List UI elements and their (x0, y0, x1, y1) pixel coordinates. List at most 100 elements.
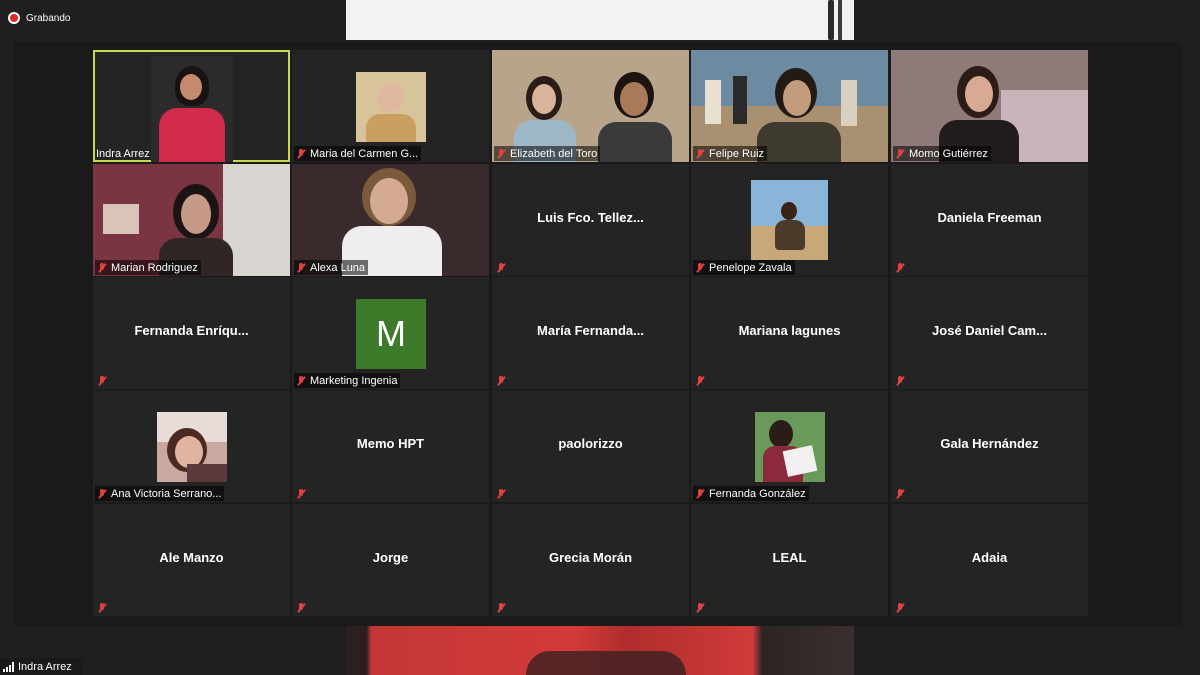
participant-name: Alexa Luna (310, 261, 366, 274)
active-speaker-status: Indra Arrez (0, 658, 83, 675)
participant-display-name: Luis Fco. Tellez... (537, 210, 644, 225)
participant-name-label: Indra Arrez (95, 146, 153, 161)
participant-tile[interactable]: M Marketing Ingenia (292, 277, 489, 389)
participant-name-label (494, 373, 510, 388)
participant-name: Elizabeth del Toro (510, 147, 598, 160)
participant-name-label: Penelope Zavala (693, 260, 795, 275)
participant-video (755, 412, 825, 482)
participant-name-label (494, 486, 510, 501)
muted-microphone-icon (295, 148, 307, 160)
avatar: M (356, 299, 426, 369)
participant-name-label (893, 260, 909, 275)
participant-name-label (693, 373, 709, 388)
earphone-cord (828, 0, 834, 40)
participant-tile[interactable]: Alexa Luna (292, 164, 489, 276)
participant-display-name: Gala Hernández (940, 436, 1039, 451)
earphone-cord (838, 0, 842, 40)
speaker-video-top (346, 0, 854, 40)
recording-indicator[interactable]: Grabando (8, 10, 70, 26)
participant-tile[interactable]: Mariana lagunes (691, 277, 888, 389)
participant-tile[interactable]: paolorizzo (492, 390, 689, 502)
participant-display-name: Ale Manzo (159, 550, 224, 565)
muted-microphone-icon (894, 148, 906, 160)
participant-display-name: LEAL (772, 550, 807, 565)
participant-tile[interactable]: Indra Arrez (93, 50, 290, 162)
participant-display-name: Fernanda Enríqu... (134, 323, 249, 338)
muted-microphone-icon (96, 262, 108, 274)
participant-tile[interactable]: Adaia (891, 504, 1088, 616)
participant-name-label (494, 600, 510, 615)
participant-name-label: Marketing Ingenia (294, 373, 401, 388)
muted-microphone-icon (694, 488, 706, 500)
muted-microphone-icon (694, 262, 706, 274)
participant-name-label: Felipe Ruiz (693, 146, 768, 161)
muted-microphone-icon (694, 375, 706, 387)
participant-tile[interactable]: María Fernanda... (492, 277, 689, 389)
participant-display-name: Mariana lagunes (738, 323, 841, 338)
participant-tile[interactable]: Marian Rodriguez (93, 164, 290, 276)
muted-microphone-icon (295, 488, 307, 500)
participant-video (157, 412, 227, 482)
participant-name-label (893, 373, 909, 388)
participant-tile[interactable]: Penelope Zavala (691, 164, 888, 276)
participant-display-name: Memo HPT (356, 436, 425, 451)
participant-tile[interactable]: Momo Gutiérrez (891, 50, 1088, 162)
participant-tile[interactable]: Ale Manzo (93, 504, 290, 616)
participant-name-label (893, 486, 909, 501)
participant-name-label: Alexa Luna (294, 260, 369, 275)
muted-microphone-icon (894, 375, 906, 387)
participant-tile[interactable]: Daniela Freeman (891, 164, 1088, 276)
participant-name: Maria del Carmen G... (310, 147, 419, 160)
participant-name: Marketing Ingenia (310, 374, 398, 387)
participant-name-label (95, 600, 111, 615)
participant-name-label: Ana Victoria Serrano... (95, 486, 225, 501)
participant-name: Ana Victoria Serrano... (111, 487, 222, 500)
signal-bars-icon (3, 661, 14, 672)
participant-tile[interactable]: Fernanda Enríqu... (93, 277, 290, 389)
participant-name-label (294, 486, 310, 501)
participant-tile[interactable]: José Daniel Cam... (891, 277, 1088, 389)
muted-microphone-icon (894, 262, 906, 274)
participant-name: Marian Rodriguez (111, 261, 198, 274)
recording-label: Grabando (26, 12, 71, 24)
participant-name: Penelope Zavala (709, 261, 792, 274)
participant-name: Indra Arrez (96, 147, 150, 160)
participant-display-name: Grecia Morán (548, 550, 633, 565)
participant-tile[interactable]: Felipe Ruiz (691, 50, 888, 162)
participant-tile[interactable]: Gala Hernández (891, 390, 1088, 502)
participant-name-label: Fernanda González (693, 486, 809, 501)
participant-tile[interactable]: Maria del Carmen G... (292, 50, 489, 162)
participant-name-label (95, 373, 111, 388)
participant-display-name: María Fernanda... (537, 323, 644, 338)
participant-tile[interactable]: Memo HPT (292, 390, 489, 502)
muted-microphone-icon (295, 602, 307, 614)
active-speaker-name: Indra Arrez (18, 660, 72, 673)
participant-tile[interactable]: Ana Victoria Serrano... (93, 390, 290, 502)
participant-tile[interactable]: Luis Fco. Tellez... (492, 164, 689, 276)
participant-display-name: paolorizzo (558, 436, 623, 451)
participant-tile[interactable]: Fernanda González (691, 390, 888, 502)
muted-microphone-icon (96, 488, 108, 500)
muted-microphone-icon (894, 488, 906, 500)
participant-tile[interactable]: Elizabeth del Toro (492, 50, 689, 162)
participant-name: Felipe Ruiz (709, 147, 765, 160)
muted-microphone-icon (894, 602, 906, 614)
muted-microphone-icon (96, 375, 108, 387)
participant-display-name: Daniela Freeman (937, 210, 1042, 225)
muted-microphone-icon (295, 375, 307, 387)
speaker-shadow (526, 651, 686, 675)
muted-microphone-icon (295, 262, 307, 274)
participant-tile[interactable]: Grecia Morán (492, 504, 689, 616)
recording-dot-icon (8, 12, 20, 24)
muted-microphone-icon (495, 375, 507, 387)
participant-video (356, 72, 426, 142)
participant-tile[interactable]: Jorge (292, 504, 489, 616)
speaker-video-bottom (346, 626, 854, 675)
muted-microphone-icon (694, 602, 706, 614)
muted-microphone-icon (495, 148, 507, 160)
participant-name-label: Elizabeth del Toro (494, 146, 601, 161)
participant-tile[interactable]: LEAL (691, 504, 888, 616)
participant-name-label (494, 260, 510, 275)
participant-video (751, 180, 828, 260)
participant-display-name: José Daniel Cam... (932, 323, 1047, 338)
